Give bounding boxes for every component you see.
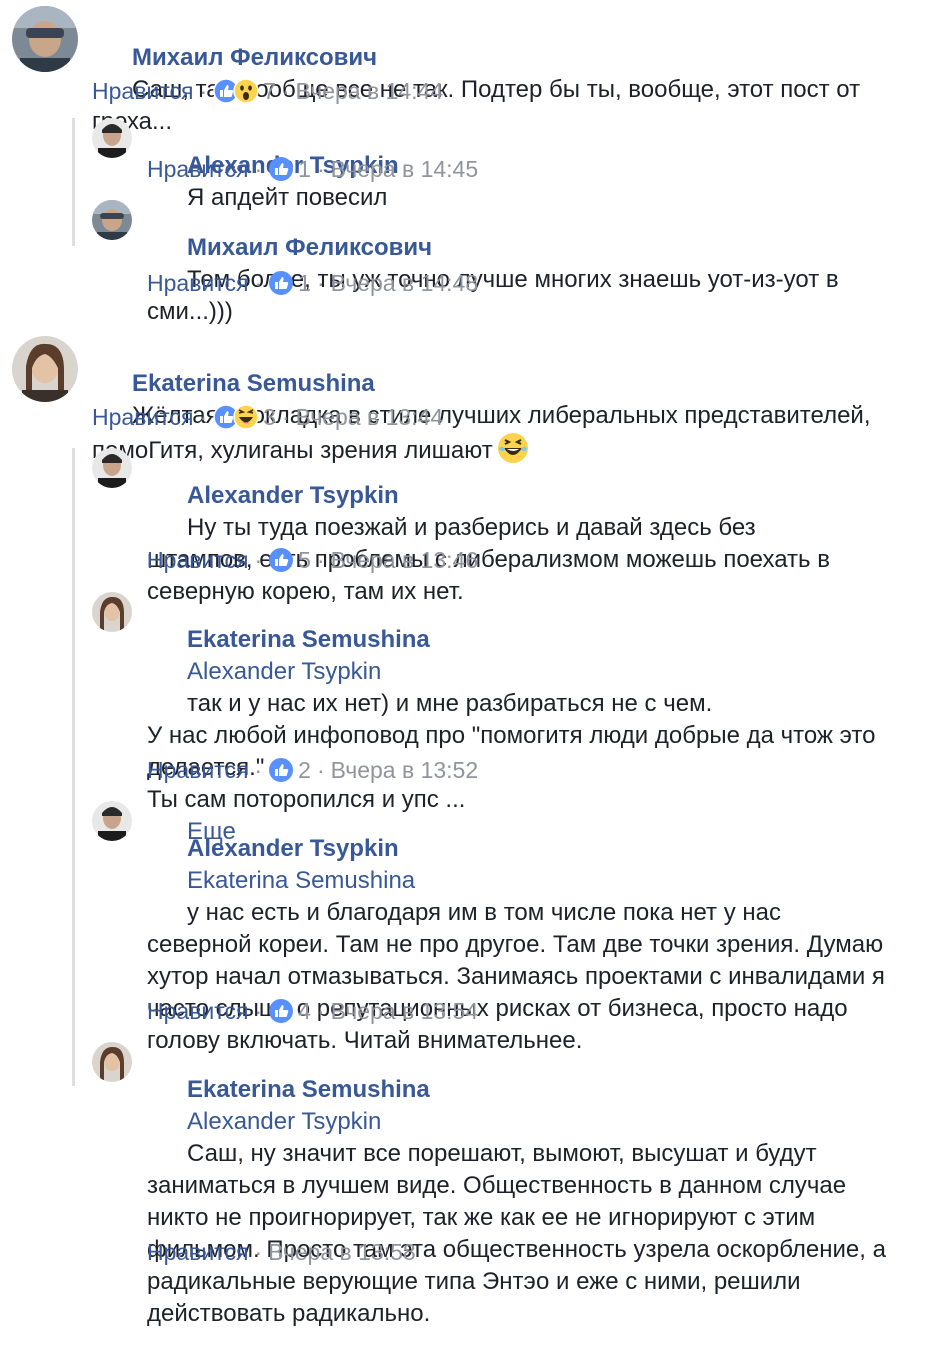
reactions-summary[interactable] <box>268 547 294 573</box>
comment-author[interactable]: Ekaterina Semushina <box>132 370 375 397</box>
reaction-count[interactable]: 4 <box>298 996 311 1026</box>
comment-text: Саш, ну значит все порешают, вымоют, выс… <box>147 1140 893 1327</box>
reaction-count[interactable]: 5 <box>298 545 311 575</box>
like-button[interactable]: Нравится <box>147 154 249 184</box>
avatar[interactable] <box>92 1042 132 1082</box>
like-button[interactable]: Нравится <box>147 545 249 575</box>
haha-reaction-icon <box>233 404 259 430</box>
reactions-summary[interactable] <box>268 757 294 783</box>
reaction-count[interactable]: 1 <box>298 154 311 184</box>
timestamp[interactable]: Вчера в 13:54 <box>331 996 479 1026</box>
timestamp[interactable]: Вчера в 14:48 <box>331 268 479 298</box>
comment-author[interactable]: Ekaterina Semushina <box>187 626 430 653</box>
avatar[interactable] <box>92 592 132 632</box>
reply-thread-line <box>72 118 75 246</box>
comment-author[interactable]: Ekaterina Semushina <box>187 1076 430 1103</box>
reactions-summary[interactable] <box>268 156 294 182</box>
timestamp[interactable]: Вчера в 13:44 <box>296 402 444 432</box>
separator: · <box>199 78 208 104</box>
reaction-count[interactable]: 7 <box>263 76 276 106</box>
avatar[interactable] <box>12 336 78 402</box>
separator: · <box>254 547 263 573</box>
like-button[interactable]: Нравится <box>147 268 249 298</box>
like-button[interactable]: Нравится <box>147 755 249 785</box>
separator: · <box>316 757 325 783</box>
separator: · <box>316 547 325 573</box>
reactions-summary[interactable] <box>213 404 259 430</box>
reactions-summary[interactable] <box>213 78 259 104</box>
like-button[interactable]: Нравится <box>147 996 249 1026</box>
separator: · <box>316 270 325 296</box>
separator: · <box>281 404 290 430</box>
comment-author[interactable]: Alexander Tsypkin <box>187 482 399 509</box>
avatar[interactable] <box>92 448 132 488</box>
reactions-summary[interactable] <box>268 270 294 296</box>
like-button[interactable]: Нравится <box>92 76 194 106</box>
separator: · <box>199 404 208 430</box>
wow-reaction-icon <box>233 78 259 104</box>
mention-link[interactable]: Alexander Tsypkin <box>187 1108 381 1135</box>
separator: · <box>254 757 263 783</box>
separator: · <box>254 270 263 296</box>
mention-link[interactable]: Ekaterina Semushina <box>187 867 415 894</box>
separator: · <box>254 156 263 182</box>
like-reaction-icon <box>269 271 294 295</box>
avatar[interactable] <box>92 118 132 158</box>
comment-author[interactable]: Михаил Феликсович <box>187 234 432 261</box>
reactions-summary[interactable] <box>268 998 294 1024</box>
like-reaction-icon <box>269 999 294 1023</box>
comment-text: у нас есть и благодаря им в том числе по… <box>147 899 892 1054</box>
reaction-count[interactable]: 3 <box>263 402 276 432</box>
like-button[interactable]: Нравится <box>147 1237 249 1267</box>
timestamp[interactable]: Вчера в 14:45 <box>331 154 479 184</box>
timestamp[interactable]: Вчера в 13:58 <box>268 1237 416 1267</box>
avatar[interactable] <box>92 200 132 240</box>
comment-author[interactable]: Alexander Tsypkin <box>187 835 399 862</box>
timestamp[interactable]: Вчера в 14:44 <box>296 76 444 106</box>
separator: · <box>281 78 290 104</box>
reply-thread-line <box>72 448 75 1086</box>
timestamp[interactable]: Вчера в 13:52 <box>331 755 479 785</box>
separator: · <box>316 998 325 1024</box>
comment-text: так и у нас их нет) и мне разбираться не… <box>147 690 876 813</box>
like-reaction-icon <box>269 157 294 181</box>
comment-author[interactable]: Михаил Феликсович <box>132 44 377 71</box>
avatar[interactable] <box>12 6 78 72</box>
separator: · <box>254 998 263 1024</box>
like-button[interactable]: Нравится <box>92 402 194 432</box>
reaction-count[interactable]: 1 <box>298 268 311 298</box>
mention-link[interactable]: Alexander Tsypkin <box>187 658 381 685</box>
separator: · <box>254 1239 263 1265</box>
like-reaction-icon <box>269 758 294 782</box>
separator: · <box>316 156 325 182</box>
timestamp[interactable]: Вчера в 13:46 <box>331 545 479 575</box>
avatar[interactable] <box>92 801 132 841</box>
like-reaction-icon <box>269 548 294 572</box>
reaction-count[interactable]: 2 <box>298 755 311 785</box>
